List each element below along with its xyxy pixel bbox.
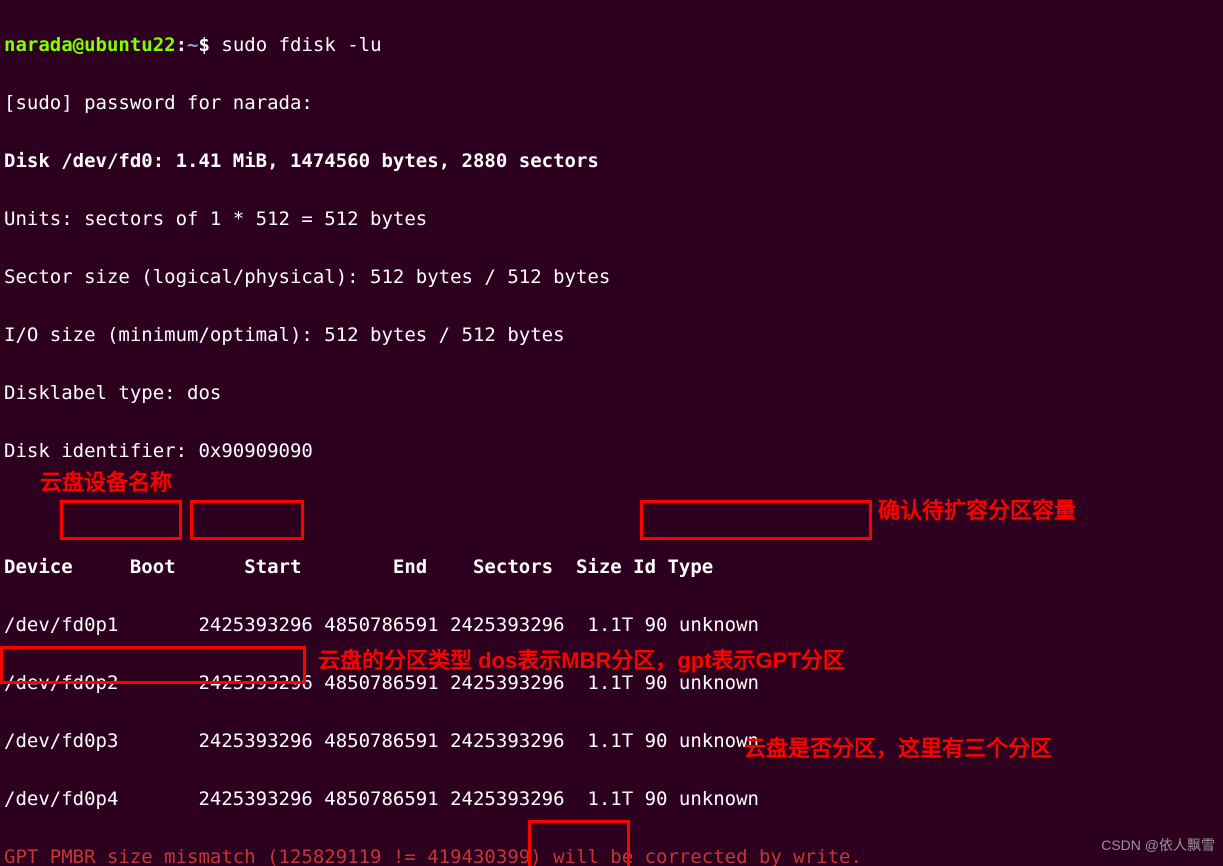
prompt-colon: :: [176, 34, 187, 56]
prompt-symbol: $: [199, 34, 210, 56]
table-row: /dev/fd0p4 2425393296 4850786591 2425393…: [4, 785, 1219, 814]
disk0-headline: Disk /dev/fd0: 1.41 MiB, 1474560 bytes, …: [4, 147, 1219, 176]
gpt-mismatch-line: GPT PMBR size mismatch (125829119 != 419…: [4, 843, 1219, 866]
sector-size-line: Sector size (logical/physical): 512 byte…: [4, 263, 1219, 292]
disklabel-dos-line: Disklabel type: dos: [4, 379, 1219, 408]
annotation-partitions-note: 云盘是否分区，这里有三个分区: [744, 736, 1052, 762]
annotation-dev-name: 云盘设备名称: [40, 470, 172, 496]
io-size-line: I/O size (minimum/optimal): 512 bytes / …: [4, 321, 1219, 350]
prompt-user-host: narada@ubuntu22: [4, 34, 176, 56]
table1-header: Device Boot Start End Sectors Size Id Ty…: [4, 553, 1219, 582]
disk0-id-line: Disk identifier: 0x90909090: [4, 437, 1219, 466]
command-text: sudo fdisk -lu: [221, 34, 381, 56]
watermark: CSDN @依人飘雪: [1101, 831, 1215, 860]
table-row: /dev/fd0p1 2425393296 4850786591 2425393…: [4, 611, 1219, 640]
annotation-disklabel-note: 云盘的分区类型 dos表示MBR分区，gpt表示GPT分区: [318, 648, 845, 674]
prompt-path: ~: [187, 34, 198, 56]
prompt-line[interactable]: narada@ubuntu22:~$ sudo fdisk -lu: [4, 31, 1219, 60]
units-line: Units: sectors of 1 * 512 = 512 bytes: [4, 205, 1219, 234]
annotation-confirm-cap: 确认待扩容分区容量: [878, 498, 1076, 524]
sudo-line: [sudo] password for narada:: [4, 89, 1219, 118]
